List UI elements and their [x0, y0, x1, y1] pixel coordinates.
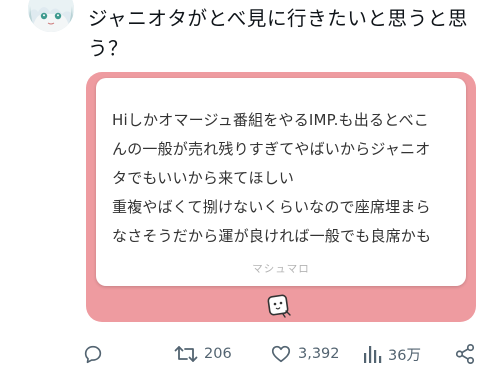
retweet-count: 206 [204, 346, 232, 362]
like-button[interactable]: 3,392 [270, 338, 340, 370]
marshmallow-card[interactable]: Hiしかオマージュ番組をやるIMP.も出るとべこ んの一般が売れ残りすぎてやばいか… [86, 72, 476, 322]
marshmallow-mascot-icon [266, 294, 292, 318]
views-icon [364, 346, 382, 363]
like-icon [271, 345, 291, 363]
like-count: 3,392 [298, 346, 340, 362]
tweet-action-bar: 206 3,392 36万 [76, 338, 500, 372]
card-line: Hiしかオマージュ番組をやるIMP.も出るとべこ [112, 111, 429, 129]
card-footer-label: マシュマロ [252, 263, 310, 275]
retweet-icon [174, 346, 198, 362]
card-line: なさそうだから運が良ければ一般でも良席かも [112, 227, 432, 245]
reply-icon [84, 345, 102, 364]
retweet-button[interactable]: 206 [174, 338, 232, 370]
tweet-text: ジャニオタがとべ見に行きたいと思うと思う？ [88, 7, 468, 60]
card-line: 重複やばくて捌けないくらいなので座席埋まら [112, 198, 431, 216]
card-line: タでもいいから来てほしい [112, 169, 295, 187]
card-message: Hiしかオマージュ番組をやるIMP.も出るとべこ んの一般が売れ残りすぎてやばいか… [112, 106, 457, 251]
views-button[interactable]: 36万 [362, 338, 421, 370]
share-icon [455, 344, 475, 364]
avatar-image [28, 0, 74, 32]
views-count: 36万 [388, 347, 421, 364]
share-button[interactable] [454, 338, 476, 370]
reply-button[interactable] [82, 338, 110, 370]
avatar[interactable] [28, 0, 74, 32]
card-line: んの一般が売れ残りすぎてやばいからジャニオ [112, 140, 431, 158]
card-inner: Hiしかオマージュ番組をやるIMP.も出るとべこ んの一般が売れ残りすぎてやばいか… [96, 78, 466, 286]
